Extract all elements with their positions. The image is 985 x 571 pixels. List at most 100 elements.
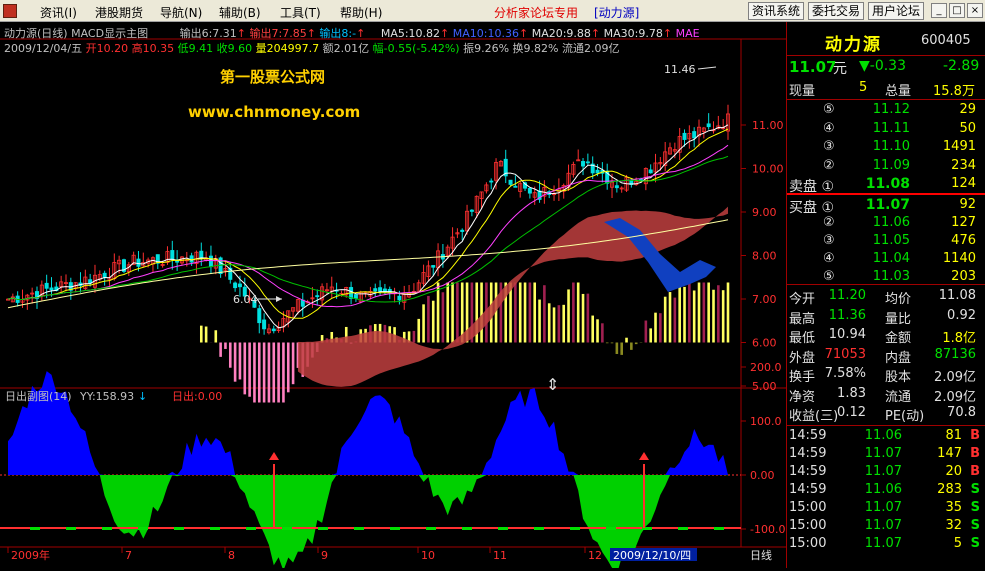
candle-body: [683, 133, 686, 139]
candle-body: [693, 132, 696, 138]
macd-bar: [234, 343, 237, 382]
bar-turnover: 换9.82%: [513, 42, 559, 55]
macd-bar: [214, 330, 217, 342]
stat-row: 净资1.83流通2.09亿: [787, 386, 985, 404]
stat-row: 换手7.58%股本2.09亿: [787, 366, 985, 384]
macd-bar: [287, 343, 290, 393]
ask-level-row: ③11.101491: [787, 139, 985, 157]
menu-tools[interactable]: 工具(T): [280, 4, 321, 21]
candle-body: [707, 124, 710, 127]
macd-bar: [451, 283, 454, 343]
price-unit: 元: [833, 58, 847, 78]
macd-bar: [219, 343, 222, 357]
x-tick-label: 10: [421, 549, 435, 562]
sub-y-tick-label: -100.0: [750, 523, 785, 536]
x-tick-label: 7: [125, 549, 132, 562]
menu-help[interactable]: 帮助(H): [340, 4, 382, 21]
trade-button[interactable]: 委托交易: [808, 2, 864, 20]
info-system-button[interactable]: 资讯系统: [748, 2, 804, 20]
candle-body: [490, 181, 493, 182]
macd-bar: [413, 331, 416, 343]
macd-bar: [669, 292, 672, 342]
candle-body: [190, 256, 193, 262]
macd-bar: [688, 283, 691, 343]
macd-bar: [630, 343, 633, 350]
candle-body: [354, 295, 357, 298]
high-price-label: 11.46: [664, 63, 696, 76]
bid-level-row: ②11.06127: [787, 215, 985, 233]
menu-hk-futures[interactable]: 港股期货: [95, 4, 143, 21]
macd-bar: [200, 326, 203, 343]
candle-body: [509, 180, 512, 184]
menu-navigate[interactable]: 导航(N): [160, 4, 202, 21]
tick-row: 14:5911.0720B: [787, 464, 985, 482]
candle-body: [378, 288, 381, 291]
candle-body: [137, 259, 140, 266]
macd-bar: [611, 343, 614, 344]
stock-name-row: 动力源 600405: [787, 30, 985, 52]
y-tick-label: 8.00: [752, 250, 777, 263]
watermark-url: www.chnmoney.com: [188, 103, 360, 121]
macd-bar: [587, 294, 590, 343]
candle-body: [649, 170, 652, 173]
ask-level-row: 卖盘 ①11.08124: [787, 176, 985, 194]
price-change-pct: -2.89: [943, 58, 979, 74]
resize-cursor-icon[interactable]: ⇕: [546, 375, 559, 394]
bar-amplitude: 振9.26%: [463, 42, 509, 55]
macd-bar: [437, 283, 440, 343]
tick-row: 15:0011.075S: [787, 536, 985, 554]
mae-label: MAE: [676, 27, 700, 40]
forum-button[interactable]: 用户论坛: [868, 2, 924, 20]
macd-bar: [591, 316, 594, 343]
macd-bar: [717, 285, 720, 342]
menu-info[interactable]: 资讯(I): [40, 4, 77, 21]
bar-close: 收9.60: [217, 42, 253, 55]
macd-bar: [529, 283, 532, 343]
macd-bar: [248, 343, 251, 397]
stock-name: 动力源: [825, 30, 882, 55]
bar-date: 2009/12/04/五: [4, 42, 82, 55]
macd-bar: [664, 297, 667, 343]
menu-assist[interactable]: 辅助(B): [219, 4, 261, 21]
macd-bar: [572, 283, 575, 343]
total-vol-label: 总量: [885, 80, 911, 99]
stat-row: 最低10.94金额1.8亿: [787, 327, 985, 345]
candle-body: [586, 162, 589, 163]
macd-bar: [635, 343, 638, 345]
close-button[interactable]: ×: [967, 3, 983, 18]
macd-bar: [582, 294, 585, 343]
macd-bar: [224, 343, 227, 349]
sub-y-tick-label: 100.0: [750, 415, 782, 428]
x-tick-label: 12: [588, 549, 602, 562]
chart-area[interactable]: 11.0010.009.008.007.006.005.00 200.0100.…: [0, 22, 786, 568]
macd-bar: [567, 289, 570, 342]
x-tick-label: 2009年: [11, 548, 50, 562]
candle-body: [238, 284, 241, 287]
minimize-button[interactable]: _: [931, 3, 947, 18]
tick-row: 15:0011.0732S: [787, 518, 985, 536]
macd-bar: [693, 290, 696, 342]
bar-high: 高10.35: [132, 42, 175, 55]
macd-bar: [558, 305, 561, 342]
macd-bar: [577, 283, 580, 343]
sub-chart-title: 日出副图(14): [5, 389, 72, 403]
macd-bar: [263, 343, 266, 403]
macd-bar: [239, 343, 242, 380]
stat-row: 外盘71053内盘87136: [787, 347, 985, 365]
macd-bar: [229, 343, 232, 368]
x-tick-label: 9: [321, 549, 328, 562]
candle-body: [432, 265, 435, 267]
bar-volume: 量204997.7: [256, 42, 320, 55]
ma5-value: MA5:10.82: [381, 27, 440, 40]
maximize-button[interactable]: □: [949, 3, 965, 18]
low-price-label: 6.04: [233, 293, 258, 306]
macd-bar: [480, 283, 483, 343]
sub-chart-out: 日出:0.00: [172, 389, 222, 403]
stat-row: 收益(三)0.12PE(动)70.8: [787, 405, 985, 423]
macd-bar: [596, 319, 599, 342]
chart-header-line1: 动力源(日线) MACD显示主图 输出6:7.31↑ 输出7:7.85↑ 输出8…: [4, 25, 700, 41]
macd-bar: [601, 323, 604, 342]
macd-bar: [514, 283, 517, 343]
y-tick-label: 7.00: [752, 293, 777, 306]
macd-bar: [268, 343, 271, 403]
